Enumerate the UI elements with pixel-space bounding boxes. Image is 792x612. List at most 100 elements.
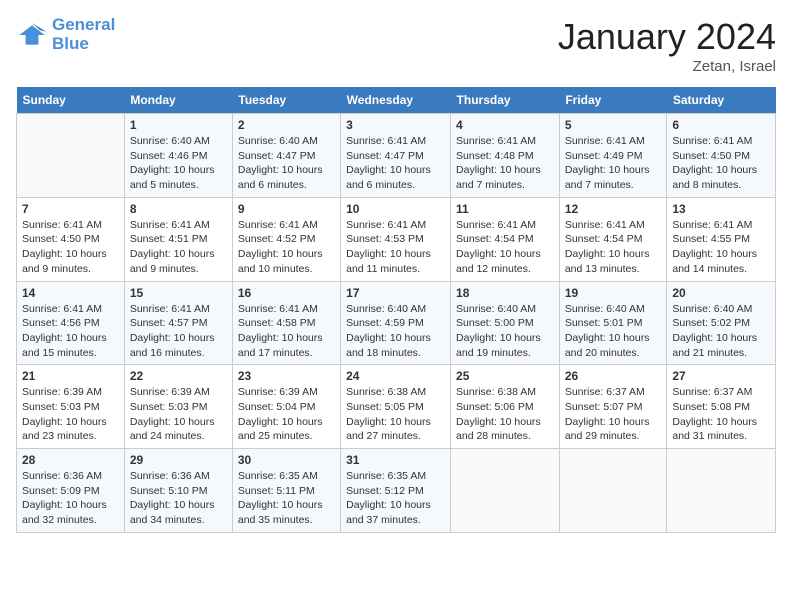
location: Zetan, Israel — [558, 58, 776, 75]
sunset: Sunset: 4:50 PM — [22, 233, 100, 245]
sunrise: Sunrise: 6:41 AM — [672, 219, 752, 231]
calendar-cell — [559, 449, 667, 533]
calendar-cell: 13 Sunrise: 6:41 AM Sunset: 4:55 PM Dayl… — [667, 197, 776, 281]
sunset: Sunset: 5:11 PM — [238, 485, 315, 497]
day-number: 25 — [456, 369, 554, 383]
calendar-cell: 6 Sunrise: 6:41 AM Sunset: 4:50 PM Dayli… — [667, 114, 776, 198]
sunrise: Sunrise: 6:40 AM — [238, 135, 318, 147]
day-info: Sunrise: 6:41 AM Sunset: 4:54 PM Dayligh… — [565, 218, 662, 277]
day-info: Sunrise: 6:41 AM Sunset: 4:51 PM Dayligh… — [130, 218, 227, 277]
sunset: Sunset: 4:56 PM — [22, 317, 100, 329]
sunset: Sunset: 4:51 PM — [130, 233, 208, 245]
day-info: Sunrise: 6:40 AM Sunset: 4:59 PM Dayligh… — [346, 302, 445, 361]
sunset: Sunset: 5:10 PM — [130, 485, 208, 497]
daylight: Daylight: 10 hours and 11 minutes. — [346, 248, 431, 275]
sunrise: Sunrise: 6:38 AM — [346, 386, 426, 398]
sunset: Sunset: 4:47 PM — [346, 150, 424, 162]
sunrise: Sunrise: 6:41 AM — [565, 135, 645, 147]
title-block: January 2024 Zetan, Israel — [558, 16, 776, 75]
sunrise: Sunrise: 6:41 AM — [238, 303, 318, 315]
day-number: 13 — [672, 202, 770, 216]
daylight: Daylight: 10 hours and 6 minutes. — [346, 164, 431, 191]
sunrise: Sunrise: 6:41 AM — [130, 219, 210, 231]
daylight: Daylight: 10 hours and 16 minutes. — [130, 332, 215, 359]
day-number: 7 — [22, 202, 119, 216]
day-info: Sunrise: 6:37 AM Sunset: 5:07 PM Dayligh… — [565, 385, 662, 444]
sunrise: Sunrise: 6:39 AM — [22, 386, 102, 398]
calendar-week-row: 7 Sunrise: 6:41 AM Sunset: 4:50 PM Dayli… — [17, 197, 776, 281]
day-number: 15 — [130, 286, 227, 300]
sunset: Sunset: 4:46 PM — [130, 150, 208, 162]
day-info: Sunrise: 6:37 AM Sunset: 5:08 PM Dayligh… — [672, 385, 770, 444]
day-number: 20 — [672, 286, 770, 300]
calendar-cell: 21 Sunrise: 6:39 AM Sunset: 5:03 PM Dayl… — [17, 365, 125, 449]
calendar-week-row: 28 Sunrise: 6:36 AM Sunset: 5:09 PM Dayl… — [17, 449, 776, 533]
sunset: Sunset: 5:01 PM — [565, 317, 643, 329]
sunrise: Sunrise: 6:37 AM — [672, 386, 752, 398]
calendar-cell: 11 Sunrise: 6:41 AM Sunset: 4:54 PM Dayl… — [451, 197, 560, 281]
month-title: January 2024 — [558, 16, 776, 58]
daylight: Daylight: 10 hours and 34 minutes. — [130, 499, 215, 526]
calendar-cell: 3 Sunrise: 6:41 AM Sunset: 4:47 PM Dayli… — [341, 114, 451, 198]
daylight: Daylight: 10 hours and 14 minutes. — [672, 248, 757, 275]
day-number: 3 — [346, 118, 445, 132]
day-number: 24 — [346, 369, 445, 383]
daylight: Daylight: 10 hours and 19 minutes. — [456, 332, 541, 359]
sunrise: Sunrise: 6:41 AM — [238, 219, 318, 231]
sunrise: Sunrise: 6:35 AM — [238, 470, 318, 482]
calendar-cell: 18 Sunrise: 6:40 AM Sunset: 5:00 PM Dayl… — [451, 281, 560, 365]
calendar-cell: 22 Sunrise: 6:39 AM Sunset: 5:03 PM Dayl… — [124, 365, 232, 449]
sunrise: Sunrise: 6:39 AM — [130, 386, 210, 398]
daylight: Daylight: 10 hours and 17 minutes. — [238, 332, 323, 359]
day-number: 29 — [130, 453, 227, 467]
logo: General Blue — [16, 16, 115, 53]
day-info: Sunrise: 6:41 AM Sunset: 4:57 PM Dayligh… — [130, 302, 227, 361]
day-info: Sunrise: 6:39 AM Sunset: 5:03 PM Dayligh… — [22, 385, 119, 444]
sunset: Sunset: 5:09 PM — [22, 485, 100, 497]
calendar-week-row: 1 Sunrise: 6:40 AM Sunset: 4:46 PM Dayli… — [17, 114, 776, 198]
day-number: 19 — [565, 286, 662, 300]
sunset: Sunset: 4:57 PM — [130, 317, 208, 329]
day-info: Sunrise: 6:35 AM Sunset: 5:12 PM Dayligh… — [346, 469, 445, 528]
calendar-cell: 7 Sunrise: 6:41 AM Sunset: 4:50 PM Dayli… — [17, 197, 125, 281]
daylight: Daylight: 10 hours and 5 minutes. — [130, 164, 215, 191]
day-number: 18 — [456, 286, 554, 300]
calendar-cell: 29 Sunrise: 6:36 AM Sunset: 5:10 PM Dayl… — [124, 449, 232, 533]
day-number: 31 — [346, 453, 445, 467]
calendar-cell: 20 Sunrise: 6:40 AM Sunset: 5:02 PM Dayl… — [667, 281, 776, 365]
sunset: Sunset: 4:49 PM — [565, 150, 643, 162]
sunrise: Sunrise: 6:41 AM — [22, 303, 102, 315]
daylight: Daylight: 10 hours and 9 minutes. — [130, 248, 215, 275]
sunset: Sunset: 4:50 PM — [672, 150, 750, 162]
weekday-header-thursday: Thursday — [451, 87, 560, 114]
daylight: Daylight: 10 hours and 35 minutes. — [238, 499, 323, 526]
calendar-cell: 30 Sunrise: 6:35 AM Sunset: 5:11 PM Dayl… — [232, 449, 340, 533]
sunset: Sunset: 4:53 PM — [346, 233, 424, 245]
daylight: Daylight: 10 hours and 23 minutes. — [22, 416, 107, 443]
sunrise: Sunrise: 6:41 AM — [672, 135, 752, 147]
calendar-cell: 8 Sunrise: 6:41 AM Sunset: 4:51 PM Dayli… — [124, 197, 232, 281]
day-info: Sunrise: 6:41 AM Sunset: 4:58 PM Dayligh… — [238, 302, 335, 361]
day-number: 16 — [238, 286, 335, 300]
daylight: Daylight: 10 hours and 18 minutes. — [346, 332, 431, 359]
day-number: 6 — [672, 118, 770, 132]
calendar-cell: 26 Sunrise: 6:37 AM Sunset: 5:07 PM Dayl… — [559, 365, 667, 449]
calendar-cell: 1 Sunrise: 6:40 AM Sunset: 4:46 PM Dayli… — [124, 114, 232, 198]
day-number: 26 — [565, 369, 662, 383]
day-info: Sunrise: 6:41 AM Sunset: 4:50 PM Dayligh… — [672, 134, 770, 193]
sunset: Sunset: 4:54 PM — [456, 233, 534, 245]
sunrise: Sunrise: 6:40 AM — [346, 303, 426, 315]
weekday-header-friday: Friday — [559, 87, 667, 114]
weekday-header-saturday: Saturday — [667, 87, 776, 114]
day-info: Sunrise: 6:36 AM Sunset: 5:09 PM Dayligh… — [22, 469, 119, 528]
sunset: Sunset: 4:55 PM — [672, 233, 750, 245]
daylight: Daylight: 10 hours and 7 minutes. — [565, 164, 650, 191]
day-number: 10 — [346, 202, 445, 216]
sunrise: Sunrise: 6:37 AM — [565, 386, 645, 398]
day-number: 1 — [130, 118, 227, 132]
sunset: Sunset: 4:52 PM — [238, 233, 316, 245]
sunrise: Sunrise: 6:40 AM — [672, 303, 752, 315]
calendar-cell: 19 Sunrise: 6:40 AM Sunset: 5:01 PM Dayl… — [559, 281, 667, 365]
calendar-cell: 10 Sunrise: 6:41 AM Sunset: 4:53 PM Dayl… — [341, 197, 451, 281]
day-info: Sunrise: 6:38 AM Sunset: 5:05 PM Dayligh… — [346, 385, 445, 444]
